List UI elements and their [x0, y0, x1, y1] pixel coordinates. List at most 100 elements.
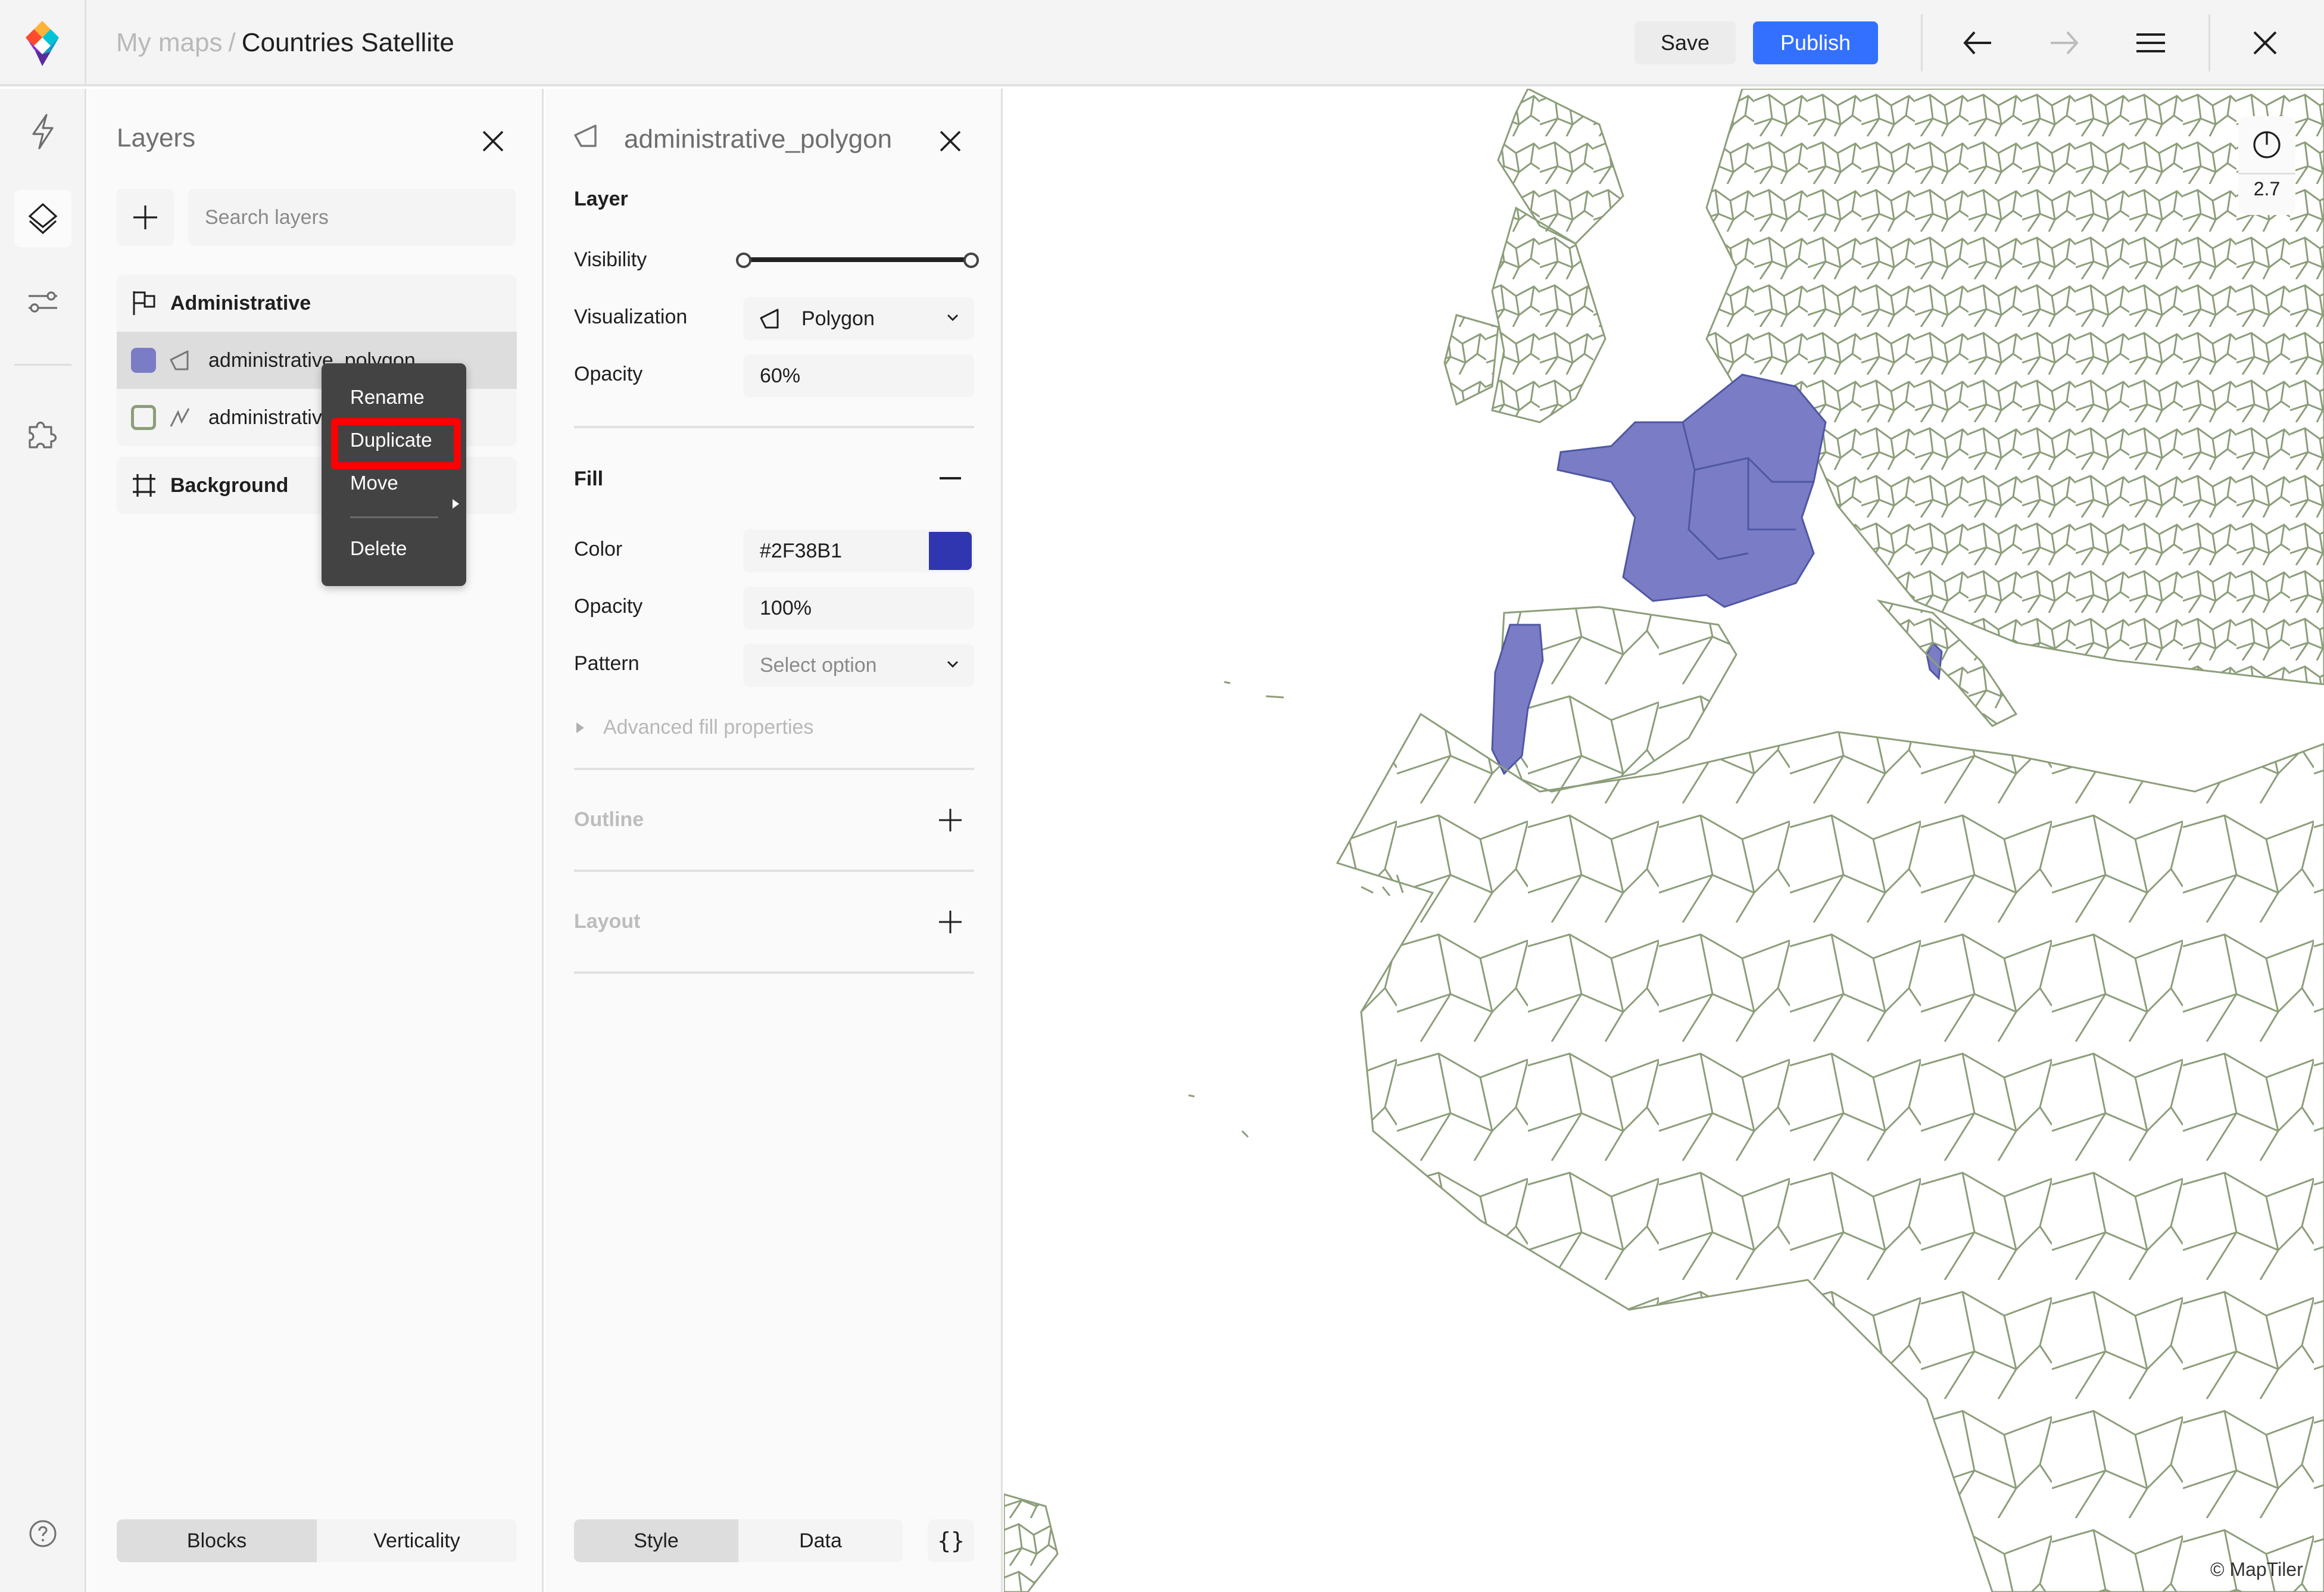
section-title-layer: Layer	[574, 188, 628, 210]
rail-divider	[14, 364, 71, 366]
layer-group-header[interactable]: Administrative	[117, 275, 517, 332]
rail-item-layers[interactable]	[14, 190, 71, 247]
json-editor-button[interactable]: {}	[928, 1519, 974, 1562]
style-panel: administrative_polygon Layer Visibility …	[545, 89, 1003, 1592]
visibility-label: Visibility	[574, 248, 647, 271]
menu-item-rename[interactable]: Rename	[350, 386, 425, 409]
layers-view-toggle: Blocks Verticality	[117, 1519, 517, 1562]
breadcrumb: My maps / Countries Satellite	[116, 26, 454, 60]
style-data-toggle: Style Data	[574, 1519, 903, 1562]
map-borders	[1004, 89, 2324, 1592]
undo-button[interactable]	[1957, 21, 1999, 64]
visualization-value: Polygon	[801, 307, 875, 330]
fill-opacity-input[interactable]: 100%	[743, 587, 974, 630]
toolbar-divider	[2208, 14, 2210, 71]
add-outline-button[interactable]	[936, 806, 965, 834]
layer-group-name: Background	[170, 473, 289, 497]
hamburger-menu-icon	[2136, 33, 2165, 52]
section-divider	[574, 768, 974, 770]
tab-verticality[interactable]: Verticality	[317, 1519, 517, 1562]
map-region-south-america	[1004, 1493, 1059, 1592]
plus-icon	[939, 809, 962, 831]
add-layer-button[interactable]	[117, 189, 174, 246]
toolbar-divider	[1921, 14, 1923, 71]
polygon-icon	[168, 348, 192, 372]
menu-button[interactable]	[2129, 21, 2172, 64]
tab-blocks[interactable]: Blocks	[117, 1519, 317, 1562]
layers-icon	[28, 202, 58, 235]
layer-opacity-label: Opacity	[574, 363, 643, 385]
add-layout-button[interactable]	[936, 908, 965, 936]
visibility-range-slider[interactable]	[745, 257, 978, 262]
rail-item-settings[interactable]	[14, 273, 71, 331]
visibility-min-handle[interactable]	[736, 253, 751, 268]
save-button[interactable]: Save	[1634, 21, 1736, 64]
pattern-select[interactable]: Select option	[743, 644, 974, 687]
search-layers-input[interactable]	[188, 189, 516, 246]
layer-opacity-input[interactable]: 60%	[743, 354, 974, 397]
visualization-select[interactable]: Polygon	[743, 297, 974, 340]
pattern-placeholder: Select option	[760, 653, 877, 677]
zoom-control-divider	[2238, 173, 2295, 175]
flag-icon	[131, 290, 157, 316]
map-attribution[interactable]: © MapTiler	[2210, 1559, 2303, 1581]
style-panel-layer-name: administrative_polygon	[624, 124, 893, 154]
polygon-icon	[760, 309, 779, 329]
close-layers-panel-button[interactable]	[475, 123, 511, 159]
visibility-max-handle[interactable]	[963, 253, 979, 268]
plus-icon	[939, 911, 962, 933]
help-button[interactable]	[14, 1505, 71, 1562]
app-logo[interactable]	[0, 0, 86, 86]
menu-item-duplicate[interactable]: Duplicate	[350, 429, 432, 451]
chevron-down-icon	[947, 661, 958, 668]
top-bar: My maps / Countries Satellite Save Publish	[0, 0, 2324, 86]
section-title-fill: Fill	[574, 468, 604, 490]
close-style-panel-button[interactable]	[932, 123, 968, 159]
puzzle-icon	[29, 421, 57, 448]
section-divider	[574, 971, 974, 974]
layer-context-menu: Rename Duplicate Move Delete	[322, 363, 466, 586]
layer-group-name: Administrative	[170, 291, 311, 314]
line-icon	[168, 406, 192, 429]
frame-icon	[131, 472, 157, 499]
close-icon	[482, 130, 504, 152]
layers-panel: Layers Administrative administrative_pol…	[88, 89, 544, 1592]
chevron-down-icon	[947, 314, 958, 321]
map-zoom-control: 2.7	[2238, 116, 2295, 215]
breadcrumb-my-maps[interactable]: My maps	[116, 28, 222, 57]
polygon-icon	[574, 124, 597, 147]
section-divider	[574, 870, 974, 872]
fill-opacity-label: Opacity	[574, 595, 643, 618]
rail-item-extensions[interactable]	[14, 404, 71, 462]
layers-panel-title: Layers	[117, 123, 196, 152]
layer-color-swatch[interactable]	[131, 405, 156, 430]
close-editor-button[interactable]	[2244, 21, 2286, 64]
plus-icon	[133, 205, 157, 229]
menu-item-move[interactable]: Move	[350, 472, 398, 494]
fill-color-swatch[interactable]	[929, 532, 972, 570]
collapse-fill-button[interactable]	[936, 464, 965, 493]
rail-item-quick-actions[interactable]	[14, 103, 71, 160]
fill-color-input[interactable]: #2F38B1	[743, 529, 974, 572]
visualization-label: Visualization	[574, 306, 688, 328]
left-rail	[0, 89, 86, 1592]
compass-button[interactable]	[2238, 116, 2295, 173]
tab-data[interactable]: Data	[738, 1519, 903, 1562]
minus-icon	[940, 477, 961, 479]
publish-button[interactable]: Publish	[1753, 21, 1878, 64]
menu-item-delete[interactable]: Delete	[350, 537, 407, 560]
help-circle-icon	[29, 1520, 57, 1547]
fill-color-value: #2F38B1	[760, 539, 842, 562]
advanced-fill-properties-toggle[interactable]: Advanced fill properties	[576, 716, 813, 739]
redo-button[interactable]	[2042, 21, 2085, 64]
section-title-layout: Layout	[574, 910, 641, 933]
map-canvas[interactable]: © MapTiler	[1004, 89, 2324, 1592]
map-region-europe	[1705, 89, 2324, 686]
map-region-africa	[1336, 712, 2324, 1592]
layer-color-swatch[interactable]	[131, 348, 156, 373]
advanced-fill-properties-label: Advanced fill properties	[603, 716, 814, 739]
sliders-icon	[29, 291, 57, 313]
map-title[interactable]: Countries Satellite	[242, 28, 454, 57]
tab-style[interactable]: Style	[574, 1519, 738, 1562]
fill-color-label: Color	[574, 538, 623, 560]
